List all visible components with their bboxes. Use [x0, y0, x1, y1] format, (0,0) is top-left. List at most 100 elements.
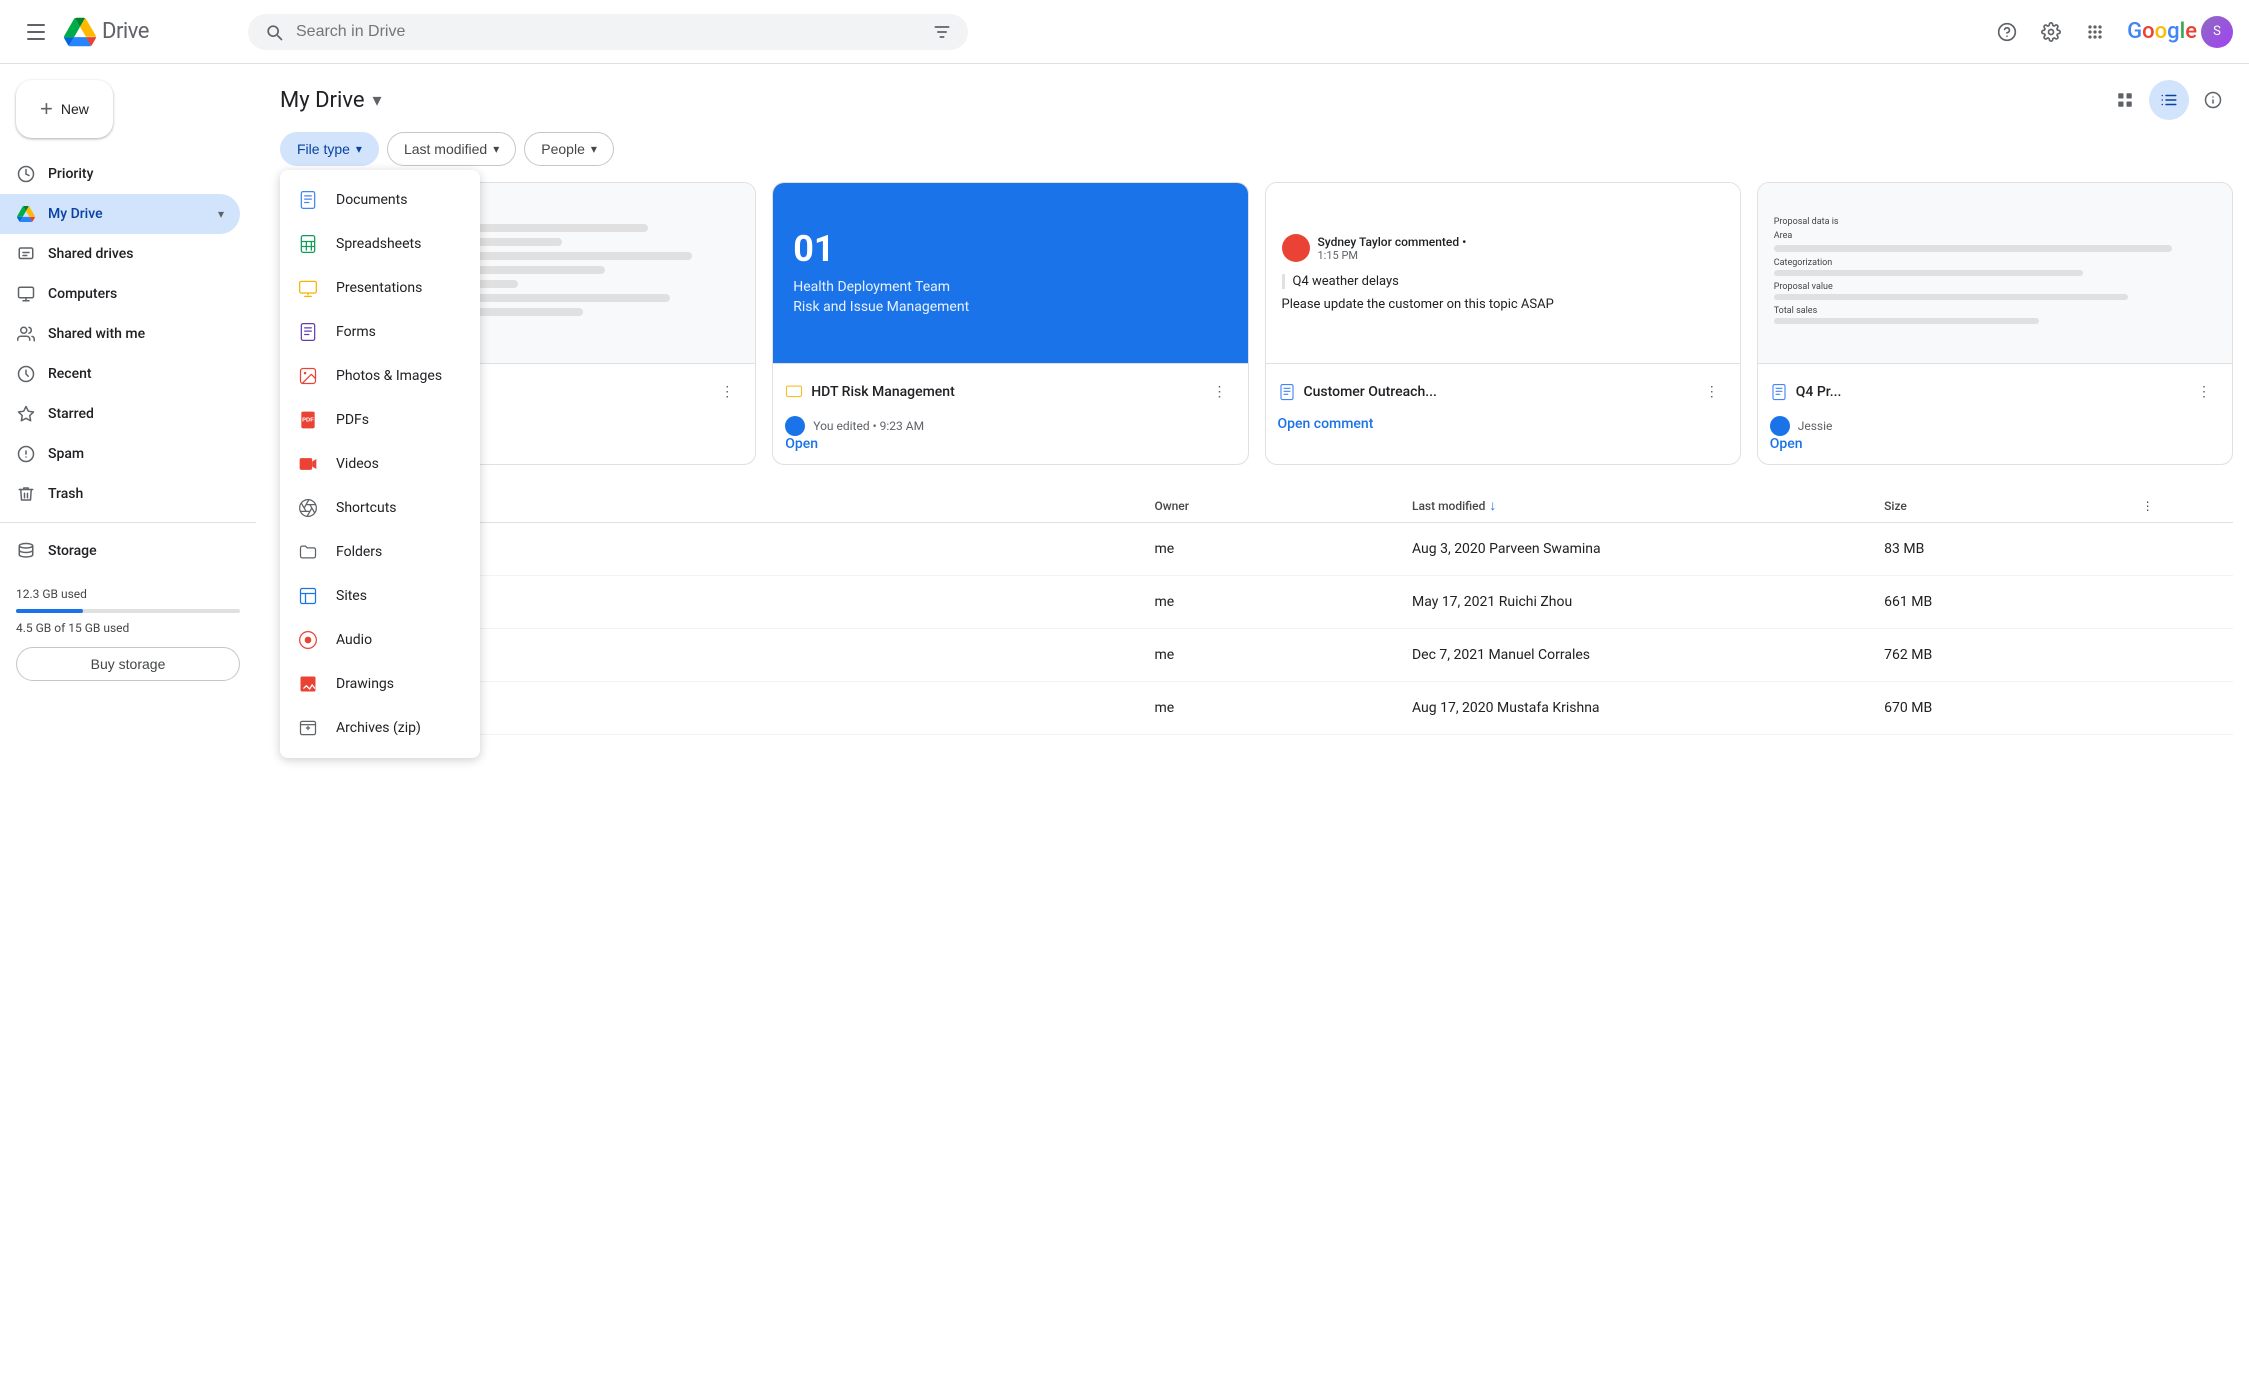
card-open-link-hdt[interactable]: Open	[785, 432, 818, 456]
file-card-hdt[interactable]: 01 Health Deployment TeamRisk and Issue …	[772, 182, 1248, 465]
drive-logo[interactable]: Drive	[64, 16, 149, 48]
dropdown-item-shortcuts[interactable]: Shortcuts	[280, 486, 480, 530]
table-body: ion Updates me Aug 3, 2020 Parveen Swami…	[280, 523, 2233, 735]
settings-button[interactable]	[2031, 12, 2071, 52]
shortcuts-icon	[296, 496, 320, 520]
dropdown-item-archives[interactable]: Archives (zip)	[280, 706, 480, 750]
drawings-label: Drawings	[336, 676, 394, 692]
header-right: Google S	[1987, 12, 2233, 52]
card-more-outreach[interactable]: ⋮	[1696, 376, 1728, 408]
dropdown-item-audio[interactable]: Audio	[280, 618, 480, 662]
title-dropdown-arrow-icon[interactable]: ▾	[373, 90, 382, 111]
col-header-modified[interactable]: Last modified ↓	[1396, 489, 1868, 523]
sites-icon	[296, 584, 320, 608]
apps-button[interactable]	[2075, 12, 2115, 52]
app-title: Drive	[102, 19, 149, 44]
table-row[interactable]: me May 17, 2021 Ruichi Zhou 661 MB ⋮	[280, 576, 2233, 629]
dropdown-item-sites[interactable]: Sites	[280, 574, 480, 618]
shortcuts-label: Shortcuts	[336, 500, 397, 516]
card-more-q4pr[interactable]: ⋮	[2188, 376, 2220, 408]
col-size-label: Size	[1884, 499, 1907, 513]
card-open-link-q4pr[interactable]: Open	[1770, 432, 1803, 456]
people-label: People	[541, 141, 585, 157]
list-view-button[interactable]	[2149, 80, 2189, 120]
card-more-q4[interactable]: ⋮	[711, 376, 743, 408]
dropdown-item-forms[interactable]: Forms	[280, 310, 480, 354]
cell-owner-2: me	[1138, 576, 1396, 629]
sidebar-item-priority[interactable]: Priority	[0, 154, 240, 194]
sidebar-item-starred[interactable]: Starred	[0, 394, 240, 434]
sidebar-item-my-drive[interactable]: My Drive ▾	[0, 194, 240, 234]
search-filter-icon[interactable]	[932, 22, 952, 42]
sidebar-label-storage: Storage	[48, 543, 224, 559]
main-content: My Drive ▾ File type ▾	[256, 64, 2249, 1384]
col-header-size[interactable]: Size	[1868, 489, 2126, 523]
file-type-filter-label: File type	[297, 141, 350, 157]
sidebar-item-spam[interactable]: Spam	[0, 434, 240, 474]
folders-icon	[296, 540, 320, 564]
card-title-hdt: HDT Risk Management	[811, 384, 955, 400]
dropdown-item-spreadsheets[interactable]: Spreadsheets	[280, 222, 480, 266]
file-card-q4pr[interactable]: Proposal data is Area Categorization Pro…	[1757, 182, 2233, 465]
people-filter-button[interactable]: People ▾	[524, 132, 614, 166]
last-modified-filter-button[interactable]: Last modified ▾	[387, 132, 516, 166]
dropdown-item-drawings[interactable]: Drawings	[280, 662, 480, 706]
col-header-owner[interactable]: Owner	[1138, 489, 1396, 523]
card-open-link-outreach[interactable]: Open comment	[1278, 412, 1374, 436]
sidebar-item-trash[interactable]: Trash	[0, 474, 240, 514]
dropdown-item-photos[interactable]: Photos & Images	[280, 354, 480, 398]
dropdown-item-documents[interactable]: Documents	[280, 178, 480, 222]
buy-storage-button[interactable]: Buy storage	[16, 647, 240, 681]
svg-text:PDF: PDF	[302, 418, 314, 424]
last-modified-label: Last modified	[404, 141, 487, 157]
shared-with-me-icon	[16, 324, 36, 344]
sidebar-item-storage[interactable]: Storage	[0, 531, 240, 571]
help-center-button[interactable]	[1987, 12, 2027, 52]
info-button[interactable]	[2193, 80, 2233, 120]
sidebar-item-recent[interactable]: Recent	[0, 354, 240, 394]
card-thumbnail-outreach: Sydney Taylor commented • 1:15 PM Q4 wea…	[1266, 183, 1740, 363]
file-type-dropdown: Documents Spreadsheets Presentations	[280, 170, 480, 758]
pdfs-icon: PDF	[296, 408, 320, 432]
cell-actions-1: ⋮	[2126, 523, 2233, 576]
search-input[interactable]	[296, 23, 920, 41]
slide-title: Health Deployment TeamRisk and Issue Man…	[793, 278, 1227, 317]
dropdown-item-folders[interactable]: Folders	[280, 530, 480, 574]
new-button[interactable]: + New	[16, 80, 113, 138]
user-avatar[interactable]: S	[2201, 16, 2233, 48]
table-row[interactable]: me Dec 7, 2021 Manuel Corrales 762 MB ⋮	[280, 629, 2233, 682]
sidebar-label-starred: Starred	[48, 406, 224, 422]
card-meta-text-q4pr: Jessie	[1798, 419, 1833, 433]
comment-quote: Q4 weather delays	[1282, 274, 1399, 289]
card-body-q4pr: Q4 Pr... ⋮ Jessie Open	[1758, 363, 2232, 464]
doc-icon-q4pr	[1770, 383, 1788, 401]
comment-body: Please update the customer on this topic…	[1282, 297, 1554, 312]
storage-bar-track	[16, 609, 240, 613]
card-more-hdt[interactable]: ⋮	[1204, 376, 1236, 408]
table-row[interactable]: Project Phoenix me Aug 17, 2020 Mustafa …	[280, 682, 2233, 735]
sidebar-divider	[0, 522, 256, 523]
col-modified-label: Last modified	[1412, 499, 1485, 513]
sidebar-item-shared-with-me[interactable]: Shared with me	[0, 314, 240, 354]
menu-button[interactable]	[16, 12, 56, 52]
table-row[interactable]: ion Updates me Aug 3, 2020 Parveen Swami…	[280, 523, 2233, 576]
google-logo-text: Google	[2127, 19, 2197, 44]
file-card-customer-outreach[interactable]: Sydney Taylor commented • 1:15 PM Q4 wea…	[1265, 182, 1741, 465]
filter-type-arrow-icon: ▾	[356, 142, 362, 156]
photos-label: Photos & Images	[336, 368, 442, 384]
table-header-row: Name Owner Last modified ↓ Size	[280, 489, 2233, 523]
sidebar-item-computers[interactable]: Computers	[0, 274, 240, 314]
sidebar-item-shared-drives[interactable]: Shared drives	[0, 234, 240, 274]
file-type-filter-button[interactable]: File type ▾	[280, 132, 379, 166]
dropdown-item-pdfs[interactable]: PDF PDFs	[280, 398, 480, 442]
my-drive-icon	[16, 204, 36, 224]
videos-label: Videos	[336, 456, 379, 472]
sort-down-icon: ↓	[1489, 497, 1496, 514]
card-thumbnail-q4pr: Proposal data is Area Categorization Pro…	[1758, 183, 2232, 363]
documents-label: Documents	[336, 192, 407, 208]
dropdown-item-presentations[interactable]: Presentations	[280, 266, 480, 310]
documents-icon	[296, 188, 320, 212]
dropdown-item-videos[interactable]: Videos	[280, 442, 480, 486]
table-header: Name Owner Last modified ↓ Size	[280, 489, 2233, 523]
grid-view-button[interactable]	[2105, 80, 2145, 120]
